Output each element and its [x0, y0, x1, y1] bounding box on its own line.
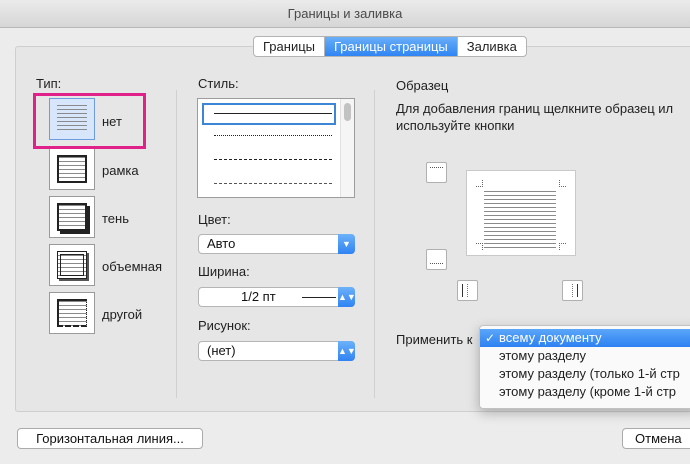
border-top-button[interactable]	[426, 162, 447, 183]
type-custom-icon[interactable]	[49, 292, 95, 334]
art-value: (нет)	[207, 343, 236, 358]
style-list[interactable]	[197, 98, 355, 198]
width-label: Ширина:	[198, 264, 250, 279]
type-3d-icon[interactable]	[49, 244, 95, 286]
tab-borders[interactable]: Границы	[254, 37, 325, 56]
cancel-button[interactable]: Отмена	[622, 428, 690, 449]
type-box-label[interactable]: рамка	[102, 163, 139, 178]
style-dashed[interactable]	[214, 159, 332, 160]
preview-hint-line1: Для добавления границ щелкните образец и…	[396, 101, 674, 116]
chevron-updown-icon: ▲▼	[338, 287, 356, 307]
type-label: Тип:	[36, 76, 62, 91]
horizontal-line-button[interactable]: Горизонтальная линия...	[17, 428, 203, 449]
separator	[374, 90, 375, 398]
art-select[interactable]: (нет) ▲▼	[198, 341, 356, 361]
separator	[176, 90, 177, 398]
art-label: Рисунок:	[198, 318, 251, 333]
color-select[interactable]: Авто ▼	[198, 234, 355, 254]
preview-label: Образец	[396, 78, 449, 93]
apply-option[interactable]: этому разделу (только 1-й стр	[480, 365, 690, 383]
preview-hint-line2: используйте кнопки	[396, 118, 515, 133]
style-label: Стиль:	[198, 76, 239, 91]
chevron-updown-icon: ▲▼	[338, 341, 356, 361]
style-scrollbar[interactable]	[340, 99, 354, 197]
border-bottom-button[interactable]	[426, 249, 447, 270]
color-label: Цвет:	[198, 212, 231, 227]
color-value: Авто	[207, 236, 236, 251]
width-line-preview	[302, 297, 336, 298]
selection-highlight	[33, 93, 146, 149]
apply-option[interactable]: этому разделу (кроме 1-й стр	[480, 383, 690, 401]
style-selected[interactable]	[202, 103, 336, 125]
type-shadow-icon[interactable]	[49, 196, 95, 238]
style-dotted[interactable]	[214, 135, 332, 136]
type-shadow-label[interactable]: тень	[102, 211, 129, 226]
chevron-down-icon: ▼	[338, 234, 355, 254]
tab-bar: Границы Границы страницы Заливка	[253, 36, 527, 57]
type-box-icon[interactable]	[49, 148, 95, 190]
width-value: 1/2 пт	[241, 289, 276, 304]
checkmark-icon: ✓	[485, 331, 496, 345]
style-solid[interactable]	[214, 113, 332, 114]
type-3d-label[interactable]: объемная	[102, 259, 162, 274]
type-custom-label[interactable]: другой	[102, 307, 142, 322]
border-left-button[interactable]	[457, 280, 478, 301]
tab-page-borders[interactable]: Границы страницы	[325, 37, 458, 56]
apply-option[interactable]: ✓ всему документу	[480, 329, 690, 347]
tab-shading[interactable]: Заливка	[458, 37, 526, 56]
style-dash-long[interactable]	[214, 183, 332, 184]
width-select[interactable]: 1/2 пт ▲▼	[198, 287, 356, 307]
apply-to-dropdown[interactable]: ✓ всему документу этому разделу этому ра…	[479, 325, 690, 409]
border-right-button[interactable]	[562, 280, 583, 301]
window-title: Границы и заливка	[0, 0, 690, 28]
preview-page[interactable]	[466, 170, 576, 256]
apply-to-label: Применить к	[396, 332, 473, 347]
apply-option[interactable]: этому разделу	[480, 347, 690, 365]
